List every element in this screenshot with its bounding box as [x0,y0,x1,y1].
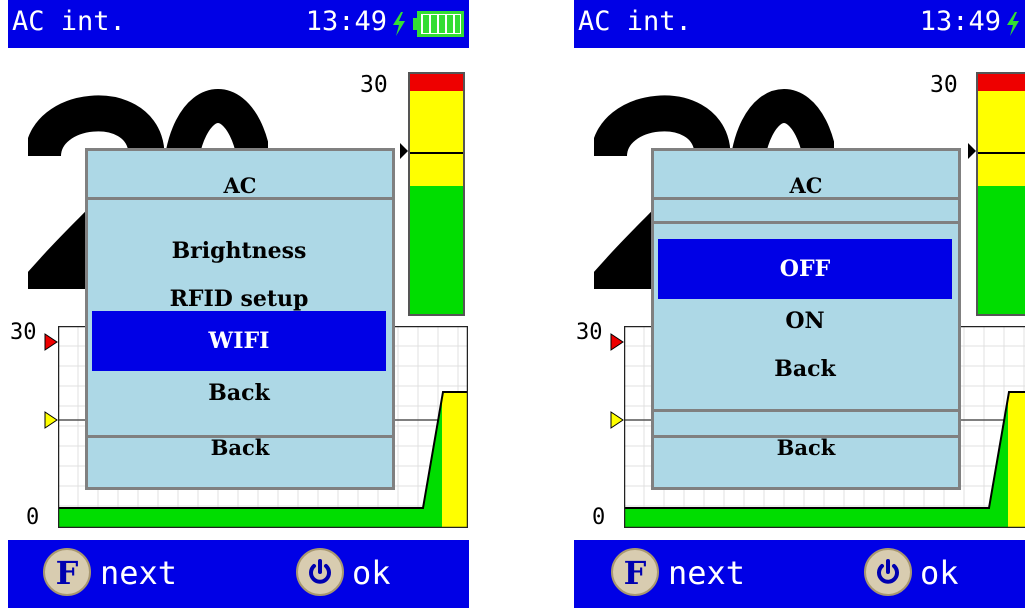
clock: 13:49 [305,6,387,37]
ok-label: ok [920,554,959,592]
battery-full-icon [413,11,464,37]
next-label: next [100,554,178,592]
plot-top-label: 30 [576,320,603,345]
power-ok-button[interactable] [864,548,912,596]
power-icon [877,559,899,584]
level-gauge [408,72,465,316]
device-screen-left: AC int. 13:49 30 30 0 AC Brightness RFID… [8,0,469,608]
ok-label: ok [352,554,391,592]
gauge-threshold-line [410,152,463,154]
status-bar: AC int. 13:49 [8,0,469,48]
yellow-limit-marker-icon [610,411,624,429]
plot-top-label: 30 [10,320,37,345]
softkey-bar: F next ok [8,540,469,608]
mode-title: AC int. [578,6,692,37]
f-key-button[interactable]: F [43,548,91,596]
red-limit-marker-icon [610,333,624,351]
dialog-underlay-back: Back [210,435,270,460]
menu-item-back[interactable]: Back [658,339,952,399]
scale-max-label: 30 [360,72,388,98]
dialog-divider [654,409,958,412]
level-gauge [976,72,1025,316]
plot-bottom-label: 0 [592,505,606,530]
gauge-yellow-zone [978,91,1025,186]
dialog-underlay-title: AC [789,173,823,198]
dialog-divider [654,221,958,224]
dialog-divider [654,197,958,200]
gauge-pointer-icon [968,143,976,159]
charging-bolt-icon [1007,12,1019,36]
f-key-label: F [55,554,79,592]
next-label: next [668,554,746,592]
scale-max-label: 30 [930,72,958,98]
power-icon [309,559,331,584]
status-bar: AC int. 13:49 [574,0,1025,48]
f-key-label: F [623,554,647,592]
dialog-underlay-title: AC [223,173,257,198]
menu-item-off[interactable]: OFF [658,239,952,299]
settings-menu-dialog: AC Brightness RFID setup WIFI Back Back [85,148,395,490]
power-ok-button[interactable] [296,548,344,596]
mode-title: AC int. [12,6,126,37]
red-limit-marker-icon [44,333,58,351]
clock: 13:49 [919,6,1001,37]
gauge-red-zone [978,74,1025,91]
device-screen-right: AC int. 13:49 30 30 0 AC OFF ON Back Bac… [574,0,1025,608]
f-key-button[interactable]: F [611,548,659,596]
menu-item-wifi[interactable]: WIFI [92,311,386,371]
gauge-red-zone [410,74,463,91]
softkey-bar: F next ok [574,540,1025,608]
gauge-green-zone [410,186,463,314]
gauge-yellow-zone [410,91,463,186]
gauge-pointer-icon [400,143,408,159]
plot-bottom-label: 0 [26,505,40,530]
gauge-green-zone [978,186,1025,314]
dialog-divider [88,197,392,200]
menu-item-back[interactable]: Back [92,363,386,423]
charging-bolt-icon [393,12,405,36]
yellow-limit-marker-icon [44,411,58,429]
dialog-underlay-back: Back [776,435,836,460]
gauge-threshold-line [978,152,1025,154]
wifi-menu-dialog: AC OFF ON Back Back [651,148,961,490]
